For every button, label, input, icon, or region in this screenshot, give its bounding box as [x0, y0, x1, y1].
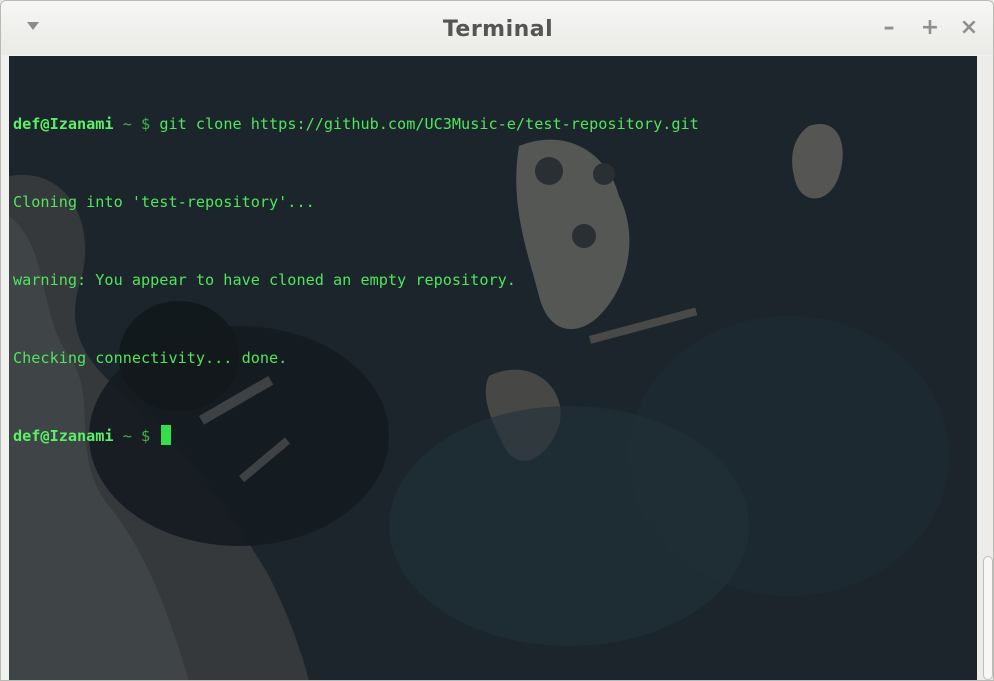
terminal-line: Cloning into 'test-repository'...: [13, 189, 699, 215]
maximize-button[interactable]: +: [918, 15, 942, 41]
terminal-area[interactable]: def@Izanami ~ $ git clone https://github…: [9, 56, 977, 680]
prompt-user-host: def@Izanami: [13, 427, 114, 445]
minimize-button[interactable]: –: [877, 15, 901, 41]
terminal-line: def@Izanami ~ $ git clone https://github…: [13, 111, 699, 137]
scrollbar-thumb[interactable]: [983, 556, 993, 680]
terminal-line: Checking connectivity... done.: [13, 345, 699, 371]
terminal-output: def@Izanami ~ $ git clone https://github…: [13, 59, 699, 501]
text-cursor: [161, 425, 172, 445]
output-text: Checking connectivity... done.: [13, 349, 288, 367]
scrollbar[interactable]: [977, 56, 993, 680]
command-text: git clone https://github.com/UC3Music-e/…: [159, 115, 699, 133]
prompt-separator: ~ $: [113, 427, 160, 445]
prompt-user-host: def@Izanami: [13, 115, 114, 133]
terminal-line[interactable]: def@Izanami ~ $: [13, 423, 699, 449]
prompt-separator: ~ $: [113, 115, 160, 133]
output-text: warning: You appear to have cloned an em…: [13, 271, 516, 289]
terminal-window: Terminal – + × def@Izanami ~ $ git clone…: [0, 0, 994, 681]
output-text: Cloning into 'test-repository'...: [13, 193, 315, 211]
title-bar[interactable]: Terminal – + ×: [1, 1, 993, 55]
terminal-line: warning: You appear to have cloned an em…: [13, 267, 699, 293]
close-button[interactable]: ×: [957, 15, 981, 41]
window-title: Terminal: [442, 17, 554, 42]
